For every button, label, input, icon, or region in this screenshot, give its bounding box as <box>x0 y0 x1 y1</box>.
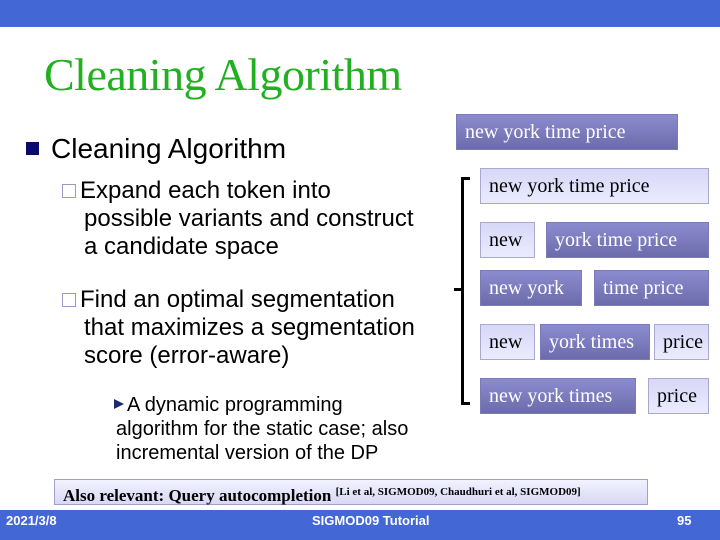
square-bullet-icon <box>26 142 39 155</box>
hollow-square-bullet-icon <box>62 293 76 307</box>
segment-box: new york time price <box>480 168 709 204</box>
sub-bullet-line: possible variants and construct <box>84 205 414 232</box>
slide-title: Cleaning Algorithm <box>44 49 402 100</box>
triangle-bullet-icon <box>114 399 124 409</box>
bracket-top-tick <box>461 177 470 180</box>
related-work-note: Also relevant: Query autocompletion [Li … <box>54 479 648 505</box>
footer-bar: 2021/3/8 SIGMOD09 Tutorial 95 <box>0 510 720 540</box>
segment-box: york time price <box>546 222 709 258</box>
segment-box: price <box>648 378 709 414</box>
hollow-square-bullet-icon <box>62 184 76 198</box>
query-box: new york time price <box>456 114 678 150</box>
bracket-vertical <box>461 177 464 405</box>
sub-bullet-find: Find an optimal segmentation that maximi… <box>62 286 415 370</box>
footer-title: SIGMOD09 Tutorial <box>312 513 430 528</box>
sub-bullet-line: score (error-aware) <box>84 342 290 369</box>
note-main-text: Also relevant: Query autocompletion <box>63 486 336 505</box>
page-number: 95 <box>677 513 692 528</box>
sub-bullet-line: a candidate space <box>84 233 279 260</box>
segment-box: price <box>654 324 709 360</box>
note-citation: [Li et al, SIGMOD09, Chaudhuri et al, SI… <box>335 486 581 498</box>
footer-date: 2021/3/8 <box>6 513 57 528</box>
segment-box: time price <box>594 270 709 306</box>
bullet-level1-text: Cleaning Algorithm <box>51 133 287 164</box>
sub-bullet-expand: Expand each token into possible variants… <box>62 177 414 261</box>
sub-bullet-line: Expand each token into <box>80 177 331 204</box>
segment-box: new <box>480 324 535 360</box>
segment-box: new york <box>480 270 582 306</box>
sub-sub-bullet-line: A dynamic programming <box>127 394 343 416</box>
sub-bullet-line: Find an optimal segmentation <box>80 286 395 313</box>
segment-box: new york times <box>480 378 636 414</box>
sub-sub-bullet-line: algorithm for the static case; also <box>116 418 409 440</box>
sub-sub-bullet-dp: A dynamic programming algorithm for the … <box>102 393 408 465</box>
sub-sub-bullet-line: incremental version of the DP <box>116 442 379 464</box>
bracket-middle-tick <box>454 288 462 291</box>
sub-bullet-line: that maximizes a segmentation <box>84 314 415 341</box>
bracket-bottom-tick <box>461 402 470 405</box>
segment-box: york times <box>540 324 650 360</box>
top-banner <box>0 0 720 27</box>
segment-box: new <box>480 222 535 258</box>
